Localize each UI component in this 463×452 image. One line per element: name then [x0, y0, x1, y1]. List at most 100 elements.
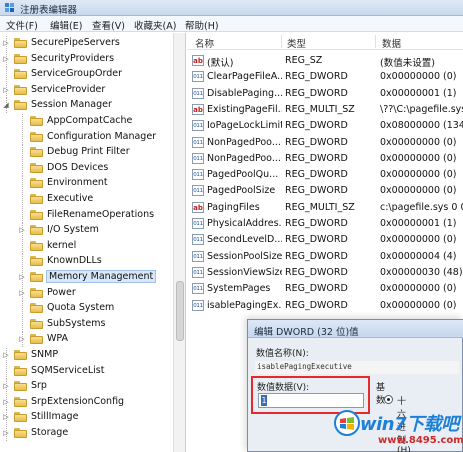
- tree-item[interactable]: ▷ I/O System: [0, 223, 172, 239]
- tree-item[interactable]: ▷ ServiceProvider: [0, 82, 172, 98]
- registry-tree[interactable]: ▷ SecurePipeServers ▷ SecurityProviders Serv…: [0, 33, 186, 452]
- value-row[interactable]: 011 NonPagedPoo... REG_DWORD 0x00000000 (0): [187, 151, 463, 167]
- value-name: PagedPoolSize: [207, 185, 276, 197]
- tree-guide-line: [6, 67, 7, 83]
- tree-guide-line: [22, 145, 23, 161]
- folder-icon: [14, 350, 27, 360]
- tree-item[interactable]: ▷ WPA: [0, 332, 172, 348]
- tree-item[interactable]: ServiceGroupOrder: [0, 67, 172, 83]
- tree-item[interactable]: Executive: [0, 192, 172, 207]
- value-row[interactable]: ab PagingFiles REG_MULTI_SZ c:\pagefile.sys…: [187, 200, 463, 216]
- hex-radio[interactable]: [384, 395, 393, 404]
- folder-icon: [30, 240, 43, 251]
- tree-item[interactable]: AppCompatCache: [0, 114, 172, 129]
- value-name: PhysicalAddres...: [207, 218, 282, 229]
- tree-item[interactable]: ▷ Memory Management: [0, 270, 172, 285]
- value-row[interactable]: 011 PagedPoolQu... REG_DWORD 0x00000000 (0): [187, 167, 463, 183]
- tree-item-label: Memory Management: [45, 270, 157, 283]
- tree-item[interactable]: Quota System: [0, 301, 172, 317]
- tree-item[interactable]: ▷ SNMP: [0, 348, 172, 363]
- tree-item-label: KnownDLLs: [47, 255, 102, 267]
- tree-item-label: DOS Devices: [47, 161, 109, 173]
- tree-item[interactable]: ▷ Srp: [0, 379, 172, 395]
- menu-edit[interactable]: 编辑(E): [50, 18, 82, 32]
- value-type: REG_DWORD: [285, 136, 348, 148]
- expand-arrow-icon[interactable]: ▷: [18, 226, 26, 234]
- value-row[interactable]: 011 IoPageLockLimit REG_DWORD 0x08000000 (1…: [187, 118, 463, 134]
- value-row[interactable]: 011 SystemPages REG_DWORD 0x00000000 (0): [187, 281, 463, 297]
- column-header-data[interactable]: 数据: [382, 36, 401, 50]
- tree-item[interactable]: ▷ StillImage: [0, 410, 172, 426]
- expand-arrow-icon[interactable]: ▷: [18, 335, 26, 343]
- value-row[interactable]: ab (默认) REG_SZ (数值未设置): [187, 53, 463, 69]
- tree-item[interactable]: ◢ Session Manager: [0, 98, 172, 114]
- column-divider[interactable]: [281, 35, 282, 48]
- tree-item[interactable]: FileRenameOperations: [0, 207, 172, 223]
- collapse-arrow-icon[interactable]: ◢: [2, 101, 10, 109]
- value-row[interactable]: 011 NonPagedPoo... REG_DWORD 0x00000000 (0): [187, 135, 463, 151]
- value-row[interactable]: 011 SecondLevelD... REG_DWORD 0x00000000 (0…: [187, 232, 463, 248]
- tree-item[interactable]: SQMServiceList: [0, 363, 172, 379]
- value-row[interactable]: 011 PagedPoolSize REG_DWORD 0x00000000 (0): [187, 183, 463, 199]
- folder-icon: [30, 225, 43, 236]
- value-name: (默认): [207, 58, 234, 69]
- value-name-label: 数值名称(N):: [256, 349, 309, 359]
- expand-arrow-icon[interactable]: ▷: [18, 273, 26, 281]
- folder-icon: [30, 194, 43, 204]
- watermark-text: win7下载吧: [360, 414, 459, 435]
- tree-item-label: Configuration Manager: [47, 130, 157, 142]
- expand-arrow-icon[interactable]: ▷: [2, 86, 10, 94]
- tree-item-label: AppCompatCache: [47, 115, 133, 126]
- folder-icon: [30, 272, 43, 282]
- tree-item[interactable]: DOS Devices: [0, 160, 172, 176]
- value-data: \??\C:\pagefile.sys: [380, 103, 463, 115]
- tree-item[interactable]: KnownDLLs: [0, 254, 172, 270]
- expand-arrow-icon[interactable]: ▷: [18, 289, 26, 297]
- folder-icon: [14, 365, 27, 376]
- expand-arrow-icon[interactable]: ▷: [2, 398, 10, 406]
- value-row[interactable]: 011 SessionPoolSize REG_DWORD 0x00000004 (4…: [187, 249, 463, 265]
- expand-arrow-icon[interactable]: ▷: [2, 55, 10, 63]
- column-header-type[interactable]: 类型: [287, 36, 306, 50]
- tree-item-label: kernel: [47, 239, 77, 251]
- binary-value-icon: 011: [192, 71, 204, 83]
- expand-arrow-icon[interactable]: ▷: [2, 413, 10, 421]
- menu-help[interactable]: 帮助(H): [185, 18, 219, 32]
- tree-item[interactable]: ▷ SecurePipeServers: [0, 36, 172, 51]
- tree-item[interactable]: ▷ Power: [0, 285, 172, 301]
- value-name: DisablePaging...: [207, 87, 282, 99]
- tree-item[interactable]: kernel: [0, 238, 172, 254]
- column-divider[interactable]: [375, 35, 376, 48]
- tree-guide-line: [22, 129, 23, 145]
- expand-arrow-icon[interactable]: ▷: [2, 429, 10, 437]
- tree-item[interactable]: Environment: [0, 176, 172, 192]
- folder-icon: [14, 381, 27, 392]
- column-header-name[interactable]: 名称: [195, 36, 214, 50]
- menu-file[interactable]: 文件(F): [6, 18, 38, 32]
- value-data: 0x00000000 (0): [380, 185, 457, 197]
- menu-favorites[interactable]: 收藏夹(A): [134, 18, 176, 32]
- expand-arrow-icon[interactable]: ▷: [2, 382, 10, 390]
- tree-guide-line: [22, 192, 23, 207]
- value-row[interactable]: 011 isablePagingEx... REG_DWORD 0x00000000 …: [187, 298, 463, 314]
- value-row[interactable]: 011 PhysicalAddres... REG_DWORD 0x00000001 …: [187, 216, 463, 232]
- tree-item[interactable]: Configuration Manager: [0, 129, 172, 145]
- tree-item-label: SNMP: [31, 349, 59, 360]
- value-row[interactable]: 011 ClearPageFileA... REG_DWORD 0x00000000 …: [187, 69, 463, 85]
- tree-item[interactable]: ▷ SecurityProviders: [0, 51, 172, 67]
- tree-item[interactable]: ▷ SrpExtensionConfig: [0, 394, 172, 410]
- menu-view[interactable]: 查看(V): [92, 18, 125, 32]
- tree-scrollbar[interactable]: [173, 33, 185, 452]
- tree-scrollbar-thumb[interactable]: [176, 281, 184, 341]
- expand-arrow-icon[interactable]: ▷: [2, 39, 10, 47]
- tree-item[interactable]: SubSystems: [0, 316, 172, 332]
- value-row[interactable]: 011 SessionViewSize REG_DWORD 0x00000030 (4…: [187, 265, 463, 281]
- tree-item[interactable]: Debug Print Filter: [0, 145, 172, 161]
- value-name: SessionViewSize: [207, 266, 282, 278]
- value-row[interactable]: ab ExistingPageFil... REG_MULTI_SZ \??\C:\p…: [187, 102, 463, 118]
- value-row[interactable]: 011 DisablePaging... REG_DWORD 0x00000001 (…: [187, 86, 463, 102]
- value-data: 0x00000000 (0): [380, 152, 457, 164]
- tree-item[interactable]: ▷ Storage: [0, 426, 172, 441]
- expand-arrow-icon[interactable]: ▷: [2, 351, 10, 359]
- tree-guide-line: [22, 254, 23, 270]
